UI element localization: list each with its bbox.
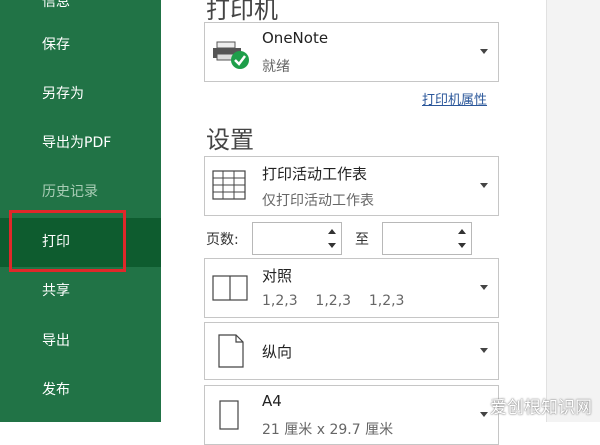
print-scope-subtitle: 仅打印活动工作表 [262,193,374,209]
chevron-down-icon [480,348,488,353]
print-scope-dropdown[interactable]: 打印活动工作表 仅打印活动工作表 [204,156,499,216]
nav-item-print[interactable]: 打印 [0,218,161,267]
spin-down-icon[interactable] [458,243,466,248]
backstage-sidebar: 信息 保存 另存为 导出为PDF 历史记录 打印 共享 导出 发布 [0,0,161,422]
chevron-down-icon [480,412,488,417]
pages-to-stepper[interactable] [382,222,472,255]
paper-size-subtitle: 21 厘米 x 29.7 厘米 [262,422,394,438]
print-scope-title: 打印活动工作表 [262,165,368,183]
collate-title: 对照 [262,267,293,285]
printer-properties-link[interactable]: 打印机属性 [422,89,487,108]
watermark-text: 爱创根知识网 [490,398,592,418]
printer-status: 就绪 [262,59,290,75]
pages-from-input[interactable] [255,225,327,253]
spin-up-icon[interactable] [328,229,336,234]
nav-item-publish[interactable]: 发布 [0,366,161,415]
settings-section-title: 设置 [206,126,254,154]
paper-size-title: A4 [262,392,282,410]
sheet-grid-icon [211,169,247,205]
nav-item-export[interactable]: 导出 [0,317,161,366]
to-label: 至 [355,232,369,248]
print-panel: 打印机 OneNote 就绪 打印机属性 设置 打印活动工作表 仅打印活动工作表… [161,0,546,445]
collate-dropdown[interactable]: 对照 1,2,3 1,2,3 1,2,3 [204,258,499,318]
pages-label: 页数: [206,232,239,248]
nav-item-save-as[interactable]: 另存为 [0,70,161,119]
portrait-page-icon [217,333,245,373]
nav-item-share[interactable]: 共享 [0,267,161,316]
printer-ready-icon [211,36,251,76]
nav-item-history: 历史记录 [42,184,98,200]
printer-name: OneNote [262,29,329,47]
pages-from-stepper[interactable] [252,222,342,255]
nav-item-save[interactable]: 保存 [0,21,161,70]
chevron-down-icon [480,49,488,54]
chevron-down-icon [480,183,488,188]
collate-icon [211,273,249,307]
spin-down-icon[interactable] [328,243,336,248]
collate-subtitle: 1,2,3 1,2,3 1,2,3 [262,293,405,309]
nav-item-export-pdf[interactable]: 导出为PDF [0,119,161,168]
spin-up-icon[interactable] [458,229,466,234]
orientation-dropdown[interactable]: 纵向 [204,322,499,380]
orientation-title: 纵向 [262,343,293,361]
paper-icon [219,400,239,434]
preview-gutter [546,0,600,422]
paper-size-dropdown[interactable]: A4 21 厘米 x 29.7 厘米 [204,385,499,445]
chevron-down-icon [480,285,488,290]
pages-to-input[interactable] [385,225,457,253]
printer-dropdown[interactable]: OneNote 就绪 [204,22,499,82]
